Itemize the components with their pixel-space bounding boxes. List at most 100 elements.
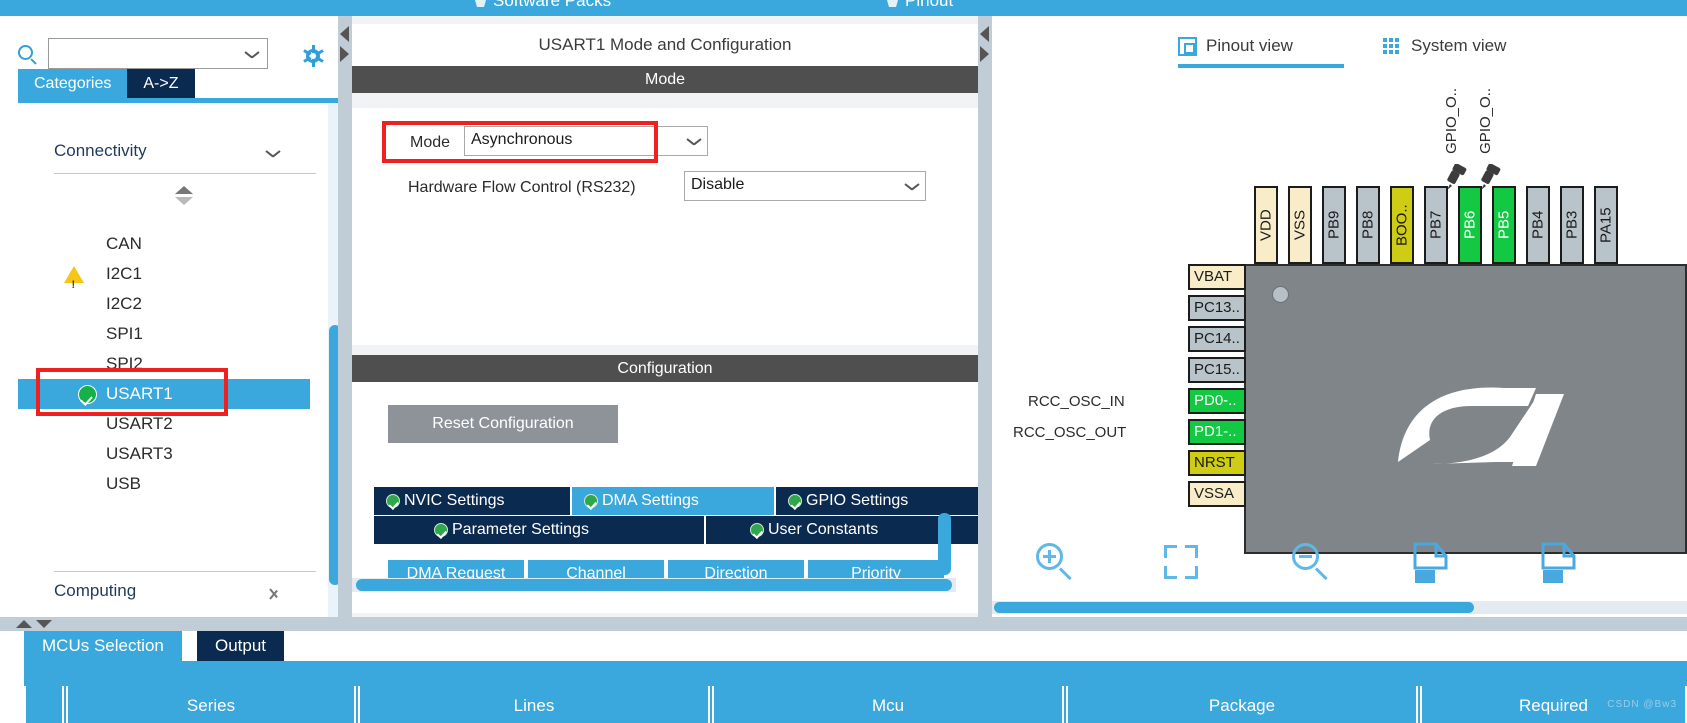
pin-pb4[interactable]: PB4 [1526,186,1550,264]
tab-dma-settings[interactable]: DMA Settings [572,487,774,515]
tab-categories[interactable]: Categories [18,69,128,98]
chevron-down-icon[interactable] [245,51,259,59]
tab-output[interactable]: Output [197,631,285,661]
tree-group-computing[interactable]: Computing [54,581,304,611]
config-hscrollbar-thumb[interactable] [356,579,952,591]
pin-pb5[interactable]: PB5 [1492,186,1516,264]
share-icon[interactable] [1540,542,1580,584]
mcu-chip-body[interactable] [1244,264,1687,554]
pin-pd0[interactable]: PD0-.. [1188,388,1246,414]
tab-label: DMA Settings [602,492,699,509]
panel-splitter[interactable] [0,617,1687,631]
pin-signal-label: RCC_OSC_OUT [1013,424,1127,441]
export-icon[interactable] [1412,542,1452,584]
mode-section-header: Mode [352,66,978,93]
pin-label: VDD [1257,209,1275,241]
mode-select[interactable]: Asynchronous [464,126,708,156]
pin-pb6[interactable]: PB6 [1458,186,1482,264]
pinout-menu-icon [887,0,898,7]
pin-signal-label: GPIO_O.. [1443,88,1460,154]
pin-boot0[interactable]: BOO.. [1390,186,1414,264]
chevron-down-icon [266,150,280,158]
tab-nvic-settings[interactable]: NVIC Settings [374,487,570,515]
tree-item-label: I2C2 [106,294,142,313]
table-col-package[interactable]: Package [1066,686,1418,723]
tab-mcus-selection[interactable]: MCUs Selection [24,631,182,661]
tree-item-usart1[interactable]: USART1 [18,379,310,409]
pin-vssa[interactable]: VSSA [1188,481,1246,507]
pin-label: PB8 [1359,210,1377,240]
mode-select-value: Asynchronous [471,131,573,148]
pin-label: BOO.. [1393,204,1411,246]
chip-icon [1178,37,1197,56]
pin-pb3[interactable]: PB3 [1560,186,1584,264]
collapse-up-arrow[interactable] [16,620,32,628]
chevron-down-icon[interactable] [905,183,919,191]
pin-label: PD1-.. [1194,423,1237,440]
zoom-out-icon[interactable] [1290,541,1332,583]
panel-collapse-handle-left[interactable] [338,16,352,617]
search-input[interactable] [54,43,234,64]
pin-pc15[interactable]: PC15.. [1188,357,1246,383]
pinout-hscrollbar-thumb[interactable] [994,602,1474,613]
tree-item-can[interactable]: CAN [18,229,310,259]
tab-gpio-settings[interactable]: GPIO Settings [776,487,978,515]
zoom-in-icon[interactable] [1034,541,1076,583]
pin-pc14[interactable]: PC14.. [1188,326,1246,352]
pin-label: VSS [1291,210,1309,241]
chevron-right-icon [270,585,279,601]
fit-to-screen-icon[interactable] [1164,545,1198,579]
table-col-lines[interactable]: Lines [358,686,710,723]
pin-pb8[interactable]: PB8 [1356,186,1380,264]
menu-software-packs[interactable]: Software Packs [493,0,611,11]
config-vscrollbar-thumb[interactable] [938,513,951,575]
bottom-dock-panel: MCUs Selection Output Series Lines Mcu P… [0,631,1687,723]
chevron-down-icon[interactable] [687,138,701,146]
tree-item-usart3[interactable]: USART3 [18,439,310,469]
tree-item-label: I2C1 [106,264,142,283]
pin-label: PC15.. [1194,361,1240,378]
pin-pb9[interactable]: PB9 [1322,186,1346,264]
tree-item-usb[interactable]: USB [18,469,310,499]
tree-item-usart2[interactable]: USART2 [18,409,310,439]
pin-pd1[interactable]: PD1-.. [1188,419,1246,445]
pin-label: VBAT [1194,268,1233,285]
tab-a-to-z[interactable]: A->Z [127,69,195,98]
enabled-check-icon [78,385,97,404]
scroll-up-down-spinner[interactable] [175,186,193,208]
menu-pinout[interactable]: Pinout [905,0,953,11]
pin-pa15[interactable]: PA15 [1594,186,1618,264]
tree-group-connectivity[interactable]: Connectivity [54,141,304,171]
tree-item-spi2[interactable]: SPI2 [18,349,310,379]
pin-vbat[interactable]: VBAT [1188,264,1246,290]
pin-label: PB6 [1461,210,1479,240]
pin-label: PB3 [1563,210,1581,240]
gear-icon[interactable] [302,45,324,67]
tree-item-label: CAN [106,234,142,253]
tree-item-label: SPI2 [106,354,143,373]
table-col-index[interactable] [24,686,64,723]
collapse-down-arrow[interactable] [36,620,52,628]
pinout-diagram[interactable]: GPIO_O.. GPIO_O.. VDD VSS PB9 PB8 BOO.. … [992,68,1687,583]
pin-pc13[interactable]: PC13.. [1188,295,1246,321]
tree-item-i2c1[interactable]: I2C1 [18,259,310,300]
table-col-series[interactable]: Series [66,686,356,723]
tab-parameter-settings[interactable]: Parameter Settings [374,516,704,544]
search-icon[interactable] [18,45,33,60]
tree-item-spi1[interactable]: SPI1 [18,319,310,349]
pin-vss[interactable]: VSS [1288,186,1312,264]
tree-item-i2c2[interactable]: I2C2 [18,289,310,319]
panel-title: USART1 Mode and Configuration [352,24,978,66]
search-box[interactable] [48,38,268,69]
pin-pb7[interactable]: PB7 [1424,186,1448,264]
pin-label: PB7 [1427,210,1445,240]
table-col-mcu[interactable]: Mcu [712,686,1064,723]
panel-collapse-handle-right[interactable] [978,16,992,617]
pin-vdd[interactable]: VDD [1254,186,1278,264]
tree-item-label: USART2 [106,414,173,433]
reset-configuration-button[interactable]: Reset Configuration [388,405,618,443]
pin-nrst[interactable]: NRST [1188,450,1246,476]
hw-flow-control-select[interactable]: Disable [684,171,926,201]
group-divider [54,571,316,572]
tab-label: System view [1411,36,1507,55]
